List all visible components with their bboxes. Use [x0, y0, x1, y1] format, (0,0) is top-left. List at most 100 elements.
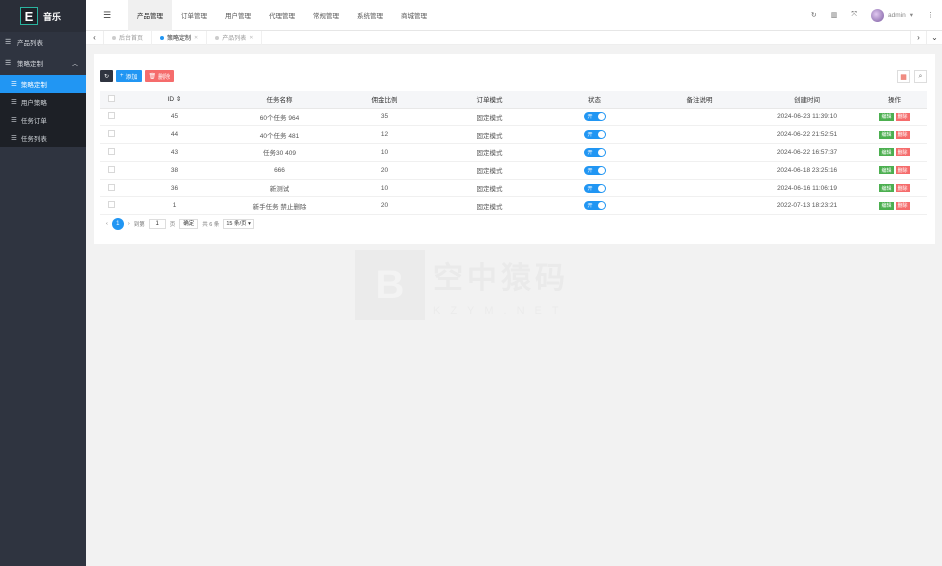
clear-icon[interactable]: ▥	[831, 11, 838, 19]
sidebar-submenu: ☰ 策略定制 ☰ 用户策略 ☰ 任务订单 ☰ 任务列表	[0, 75, 86, 147]
next-page-icon[interactable]: ›	[128, 221, 130, 227]
status-toggle[interactable]: 开	[583, 165, 606, 175]
toggle-label: 开	[587, 203, 593, 210]
status-toggle[interactable]: 开	[583, 112, 606, 122]
topnav-order[interactable]: 订单管理	[172, 0, 216, 31]
sidebar-subitem-task-orders[interactable]: ☰ 任务订单	[0, 111, 86, 129]
tab-strategy[interactable]: 策略定制 ✕	[152, 30, 208, 45]
checkbox[interactable]	[107, 201, 115, 209]
status-toggle[interactable]: 开	[583, 130, 606, 140]
search-icon[interactable]: ⌕	[914, 70, 927, 83]
status-toggle[interactable]: 开	[583, 147, 606, 157]
checkbox[interactable]	[107, 130, 115, 138]
add-button[interactable]: + 添加	[116, 70, 142, 82]
prev-page-icon[interactable]: ‹	[106, 221, 108, 227]
row-delete-button[interactable]: 删除	[895, 184, 910, 193]
topnav-agent[interactable]: 代理管理	[260, 0, 304, 31]
row-checkbox-cell[interactable]	[100, 143, 122, 162]
task-table: ID ⇕ 任务名称 佣金比例 订单模式 状态 备注说明 创建时间 操作 45 6…	[100, 91, 927, 216]
refresh-icon[interactable]: ↻	[811, 11, 817, 19]
sidebar-subitem-label: 任务订单	[20, 118, 47, 125]
topnav-general[interactable]: 常规管理	[304, 0, 348, 31]
close-icon[interactable]: ✕	[194, 35, 198, 41]
topnav-mall[interactable]: 商城管理	[392, 0, 436, 31]
cell-name: 40个任务 481	[227, 125, 332, 145]
close-icon[interactable]: ✕	[249, 35, 253, 41]
watermark-logo-icon: B	[355, 250, 425, 320]
checkbox[interactable]	[107, 112, 115, 120]
fullscreen-icon[interactable]: ⤧	[851, 11, 857, 19]
topnav-system[interactable]: 系统管理	[348, 0, 392, 31]
topnav-user[interactable]: 用户管理	[216, 0, 260, 31]
edit-button[interactable]: 编辑	[879, 184, 894, 193]
sidebar-subitem-task-list[interactable]: ☰ 任务列表	[0, 129, 86, 147]
toggle-knob	[597, 148, 605, 156]
list-icon: ☰	[11, 135, 17, 142]
tab-home[interactable]: 后台首页	[104, 30, 153, 45]
sidebar-subitem-user-strategy[interactable]: ☰ 用户策略	[0, 93, 86, 111]
page-jump-input[interactable]: 1	[148, 219, 166, 229]
status-toggle[interactable]: 开	[583, 183, 606, 193]
app-logo[interactable]: E 音乐	[0, 0, 86, 32]
row-delete-button[interactable]: 删除	[895, 148, 910, 157]
cell-name: 新测试	[227, 179, 332, 198]
checkbox[interactable]	[107, 147, 115, 155]
per-page-select[interactable]: 15 条/页 ▾	[223, 219, 254, 229]
edit-button[interactable]: 编辑	[879, 201, 894, 210]
confirm-jump-button[interactable]: 确定	[179, 219, 199, 229]
header-select-all[interactable]	[100, 91, 122, 109]
row-delete-button[interactable]: 删除	[895, 166, 910, 175]
sidebar-item-product-list[interactable]: ☰ 产品列表	[0, 32, 86, 51]
delete-button[interactable]: 🗑 删除	[144, 70, 175, 82]
row-delete-button[interactable]: 删除	[895, 130, 910, 139]
topnav-product[interactable]: 产品管理	[128, 0, 172, 31]
refresh-button[interactable]: ↻	[100, 70, 113, 82]
row-checkbox-cell[interactable]	[100, 108, 122, 127]
edit-button[interactable]: 编辑	[879, 130, 894, 139]
cell-status: 开	[542, 161, 647, 180]
app-name: 音乐	[43, 11, 62, 22]
checkbox[interactable]	[107, 165, 115, 173]
edit-button[interactable]: 编辑	[879, 148, 894, 157]
header-id[interactable]: ID ⇕	[122, 91, 227, 109]
table-row: 43 任务30 409 10 固定模式 开 2024-06-22 16:57:3…	[100, 143, 927, 162]
tab-product-list[interactable]: 产品列表 ✕	[207, 30, 263, 45]
checkbox[interactable]	[107, 183, 115, 191]
edit-button[interactable]: 编辑	[879, 112, 894, 121]
checkbox[interactable]	[107, 94, 115, 102]
edit-button[interactable]: 编辑	[879, 166, 894, 175]
columns-icon[interactable]: ▦	[897, 70, 910, 83]
row-checkbox-cell[interactable]	[100, 125, 122, 145]
user-menu[interactable]: admin ▾	[871, 8, 913, 22]
row-delete-button[interactable]: 删除	[895, 201, 910, 210]
status-toggle[interactable]: 开	[583, 201, 606, 211]
sort-icon: ⇕	[175, 96, 182, 104]
sidebar-item-strategy[interactable]: ☰ 策略定制 ︿	[0, 51, 86, 75]
menu-toggle-icon[interactable]: ☰	[86, 10, 128, 21]
list-icon: ☰	[5, 60, 12, 67]
tabs-scroll-left-icon[interactable]: ‹	[86, 30, 104, 45]
chevron-down-icon[interactable]: ⌄	[926, 30, 942, 45]
cell-id: 45	[122, 108, 227, 127]
cell-ratio: 35	[332, 108, 437, 127]
row-checkbox-cell[interactable]	[100, 161, 122, 180]
more-icon[interactable]: ⋮	[927, 11, 934, 19]
row-checkbox-cell[interactable]	[100, 196, 122, 216]
cell-note	[647, 143, 752, 162]
pagination: ‹ 1 › 到第 1 页 确定 共 6 条 15 条/页 ▾	[106, 218, 254, 230]
tab-label: 后台首页	[119, 36, 144, 42]
cell-name: 新手任务 禁止删除	[227, 196, 332, 216]
list-icon: ☰	[11, 81, 17, 88]
plus-icon: +	[120, 73, 124, 79]
list-icon: ☰	[5, 38, 12, 46]
cell-note	[647, 161, 752, 180]
header-ops: 操作	[862, 91, 927, 109]
watermark-text: 空中猿码 KZYM.NET	[433, 253, 569, 317]
sidebar-subitem-strategy-custom[interactable]: ☰ 策略定制	[0, 75, 86, 93]
cell-name: 任务30 409	[227, 143, 332, 162]
row-delete-button[interactable]: 删除	[895, 112, 910, 121]
tabs-scroll-right-icon[interactable]: ›	[910, 30, 926, 45]
page-number-current[interactable]: 1	[111, 218, 124, 230]
toggle-label: 开	[587, 132, 593, 139]
row-checkbox-cell[interactable]	[100, 179, 122, 198]
